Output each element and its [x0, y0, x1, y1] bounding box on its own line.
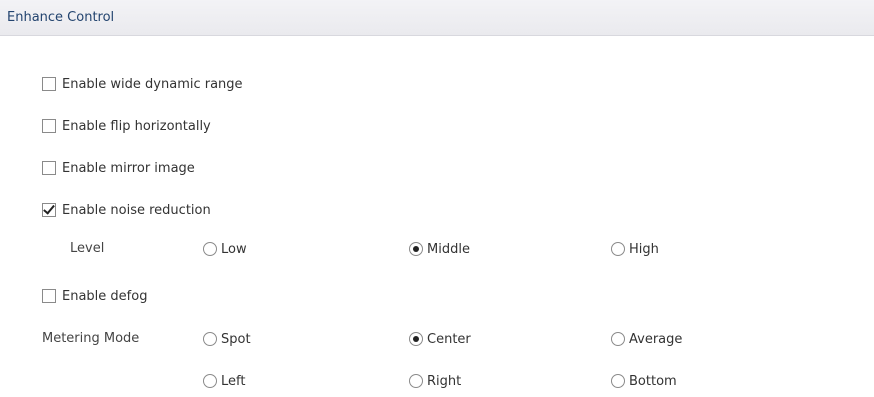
metering-left-label: Left	[221, 373, 246, 389]
metering-right-option[interactable]: Right	[409, 371, 461, 391]
defog-label: Enable defog	[62, 288, 148, 304]
metering-bottom-radio[interactable]	[611, 374, 625, 388]
noise-level-low-radio[interactable]	[203, 242, 217, 256]
noise-level-label: Level	[70, 241, 105, 256]
defog-option[interactable]: Enable defog	[42, 286, 147, 306]
metering-center-radio[interactable]	[409, 332, 423, 346]
metering-center-label: Center	[427, 331, 471, 347]
section-title: Enhance Control	[7, 10, 115, 25]
metering-bottom-option[interactable]: Bottom	[611, 371, 677, 391]
wide-dynamic-range-option[interactable]: Enable wide dynamic range	[42, 74, 243, 94]
flip-horizontally-checkbox[interactable]	[42, 119, 56, 133]
noise-level-high-radio[interactable]	[611, 242, 625, 256]
noise-reduction-option[interactable]: Enable noise reduction	[42, 200, 211, 220]
section-header: Enhance Control	[0, 0, 874, 36]
metering-average-option[interactable]: Average	[611, 329, 682, 349]
noise-level-middle-radio[interactable]	[409, 242, 423, 256]
metering-spot-option[interactable]: Spot	[203, 329, 251, 349]
metering-spot-label: Spot	[221, 331, 251, 347]
mirror-image-option[interactable]: Enable mirror image	[42, 158, 195, 178]
noise-level-high-label: High	[629, 241, 659, 257]
mirror-image-label: Enable mirror image	[62, 160, 195, 176]
defog-checkbox[interactable]	[42, 289, 56, 303]
metering-average-label: Average	[629, 331, 683, 347]
noise-level-middle-option[interactable]: Middle	[409, 239, 470, 259]
metering-spot-radio[interactable]	[203, 332, 217, 346]
noise-level-low-label: Low	[221, 241, 247, 257]
noise-level-high-option[interactable]: High	[611, 239, 659, 259]
noise-reduction-label: Enable noise reduction	[62, 202, 211, 218]
metering-center-option[interactable]: Center	[409, 329, 471, 349]
metering-average-radio[interactable]	[611, 332, 625, 346]
metering-right-radio[interactable]	[409, 374, 423, 388]
noise-level-low-option[interactable]: Low	[203, 239, 247, 259]
wide-dynamic-range-label: Enable wide dynamic range	[62, 76, 243, 92]
noise-level-middle-label: Middle	[427, 241, 470, 257]
metering-bottom-label: Bottom	[629, 373, 677, 389]
metering-left-option[interactable]: Left	[203, 371, 245, 391]
flip-horizontally-label: Enable flip horizontally	[62, 118, 211, 134]
flip-horizontally-option[interactable]: Enable flip horizontally	[42, 116, 211, 136]
metering-right-label: Right	[427, 373, 462, 389]
metering-mode-label: Metering Mode	[42, 331, 140, 346]
metering-left-radio[interactable]	[203, 374, 217, 388]
mirror-image-checkbox[interactable]	[42, 161, 56, 175]
noise-reduction-checkbox[interactable]	[42, 203, 56, 217]
wide-dynamic-range-checkbox[interactable]	[42, 77, 56, 91]
